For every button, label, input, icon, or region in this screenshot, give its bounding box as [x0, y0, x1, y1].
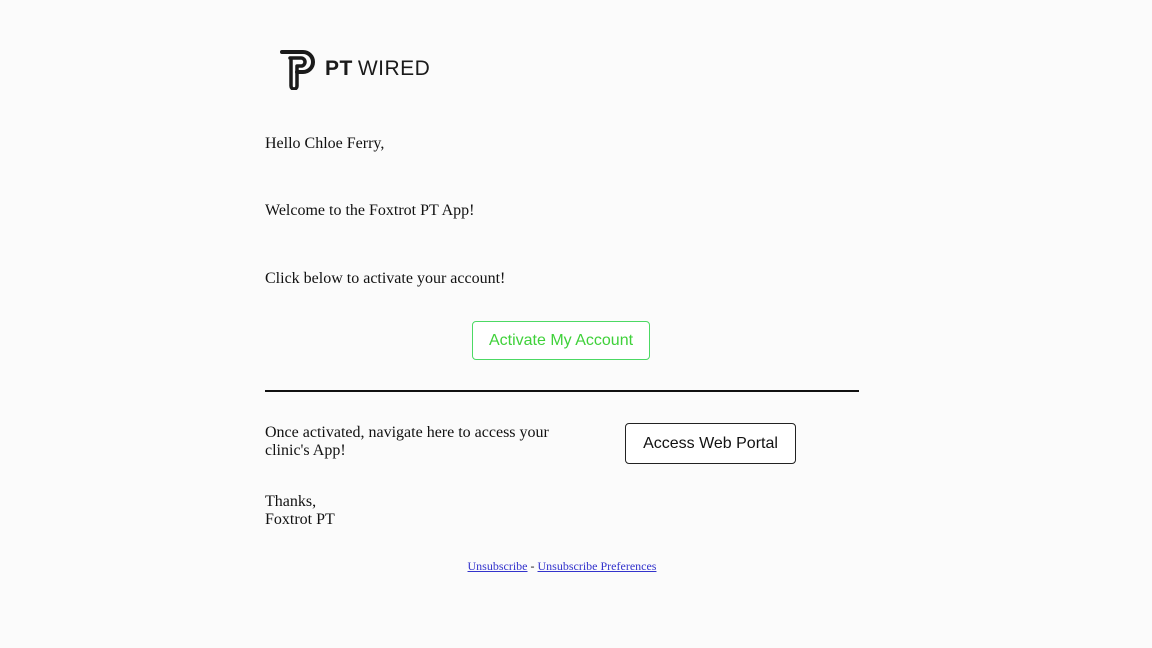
activate-account-button[interactable]: Activate My Account [472, 321, 650, 360]
brand-name-bold: PT [325, 57, 353, 80]
signature-text: Foxtrot PT [265, 511, 335, 528]
unsubscribe-preferences-link[interactable]: Unsubscribe Preferences [538, 559, 657, 573]
brand-name-regular: WIRED [357, 57, 431, 80]
brand-name: PT WIRED [325, 57, 430, 81]
navigate-instruction-text: Once activated, navigate here to access … [265, 424, 549, 459]
thanks-text: Thanks, [265, 493, 317, 510]
access-web-portal-button[interactable]: Access Web Portal [625, 423, 796, 464]
divider [265, 390, 859, 392]
brand-logo: PT WIRED [279, 48, 430, 90]
footer-separator: - [530, 559, 535, 573]
activate-instruction-text: Click below to activate your account! [265, 270, 506, 287]
signoff: Thanks, Foxtrot PT [265, 493, 335, 529]
unsubscribe-link[interactable]: Unsubscribe [468, 559, 528, 573]
email-footer: Unsubscribe - Unsubscribe Preferences [0, 559, 1124, 574]
email-page: PT WIRED Hello Chloe Ferry, Welcome to th… [0, 0, 1152, 648]
greeting-text: Hello Chloe Ferry, [265, 135, 385, 152]
welcome-text: Welcome to the Foxtrot PT App! [265, 202, 475, 219]
pt-wired-logo-icon [279, 48, 317, 90]
